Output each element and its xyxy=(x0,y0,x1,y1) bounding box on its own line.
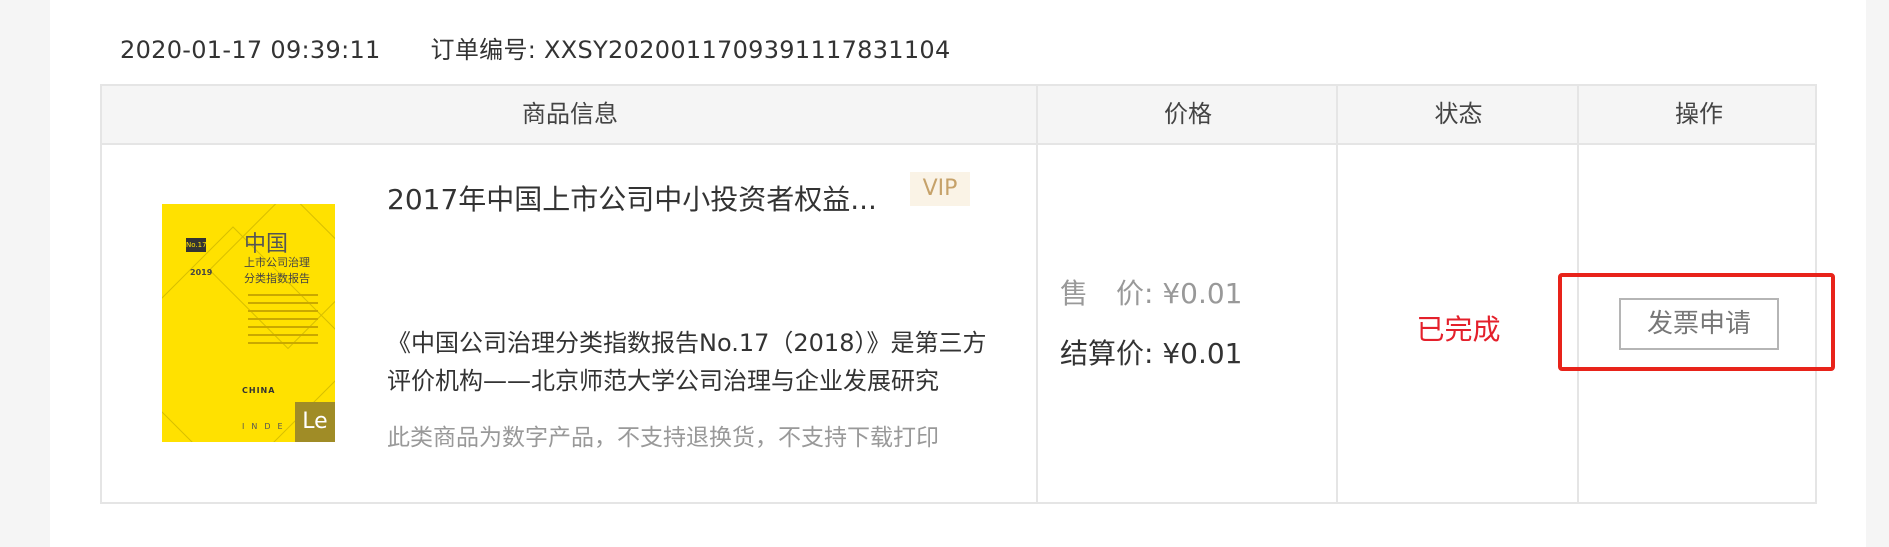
product-cover-image[interactable]: No.17 2019 中国 上市公司治理 分类指数报告 CHINA INDE L… xyxy=(162,204,335,442)
header-action: 操作 xyxy=(1675,100,1723,128)
sale-price: 售 价: ¥0.01 xyxy=(1060,277,1243,310)
column-divider xyxy=(1336,86,1338,502)
header-status: 状态 xyxy=(1434,100,1483,128)
column-divider xyxy=(1036,86,1038,502)
cover-year: 2019 xyxy=(190,268,213,277)
product-note: 此类商品为数字产品，不支持退换货，不支持下载打印 xyxy=(387,425,939,451)
settle-price: 结算价: ¥0.01 xyxy=(1060,337,1243,370)
publisher-logo-icon: Le xyxy=(295,402,335,442)
cover-badge: No.17 xyxy=(186,238,207,252)
product-title[interactable]: 2017年中国上市公司中小投资者权益... xyxy=(387,178,877,218)
cover-title-line2: 分类指数报告 xyxy=(244,272,310,285)
product-description: 《中国公司治理分类指数报告No.17（2018）》是第三方评价机构——北京师范大… xyxy=(387,329,987,395)
cover-title-line1: 上市公司治理 xyxy=(244,256,310,269)
cover-inde: INDE xyxy=(242,422,290,431)
cover-en: CHINA xyxy=(242,386,276,395)
highlight-annotation xyxy=(1558,273,1835,371)
order-number: 订单编号: XXSY2020011709391117831104 xyxy=(430,36,951,64)
cover-text-lines xyxy=(248,294,318,350)
order-status: 已完成 xyxy=(1416,313,1501,346)
header-price: 价格 xyxy=(1164,100,1212,128)
order-header: 2020-01-17 09:39:11 订单编号: XXSY2020011709… xyxy=(120,30,951,65)
header-product: 商品信息 xyxy=(522,100,618,128)
vip-badge: VIP xyxy=(910,172,970,206)
order-date: 2020-01-17 09:39:11 xyxy=(120,36,381,64)
table-header: 商品信息 价格 状态 操作 xyxy=(102,86,1815,145)
